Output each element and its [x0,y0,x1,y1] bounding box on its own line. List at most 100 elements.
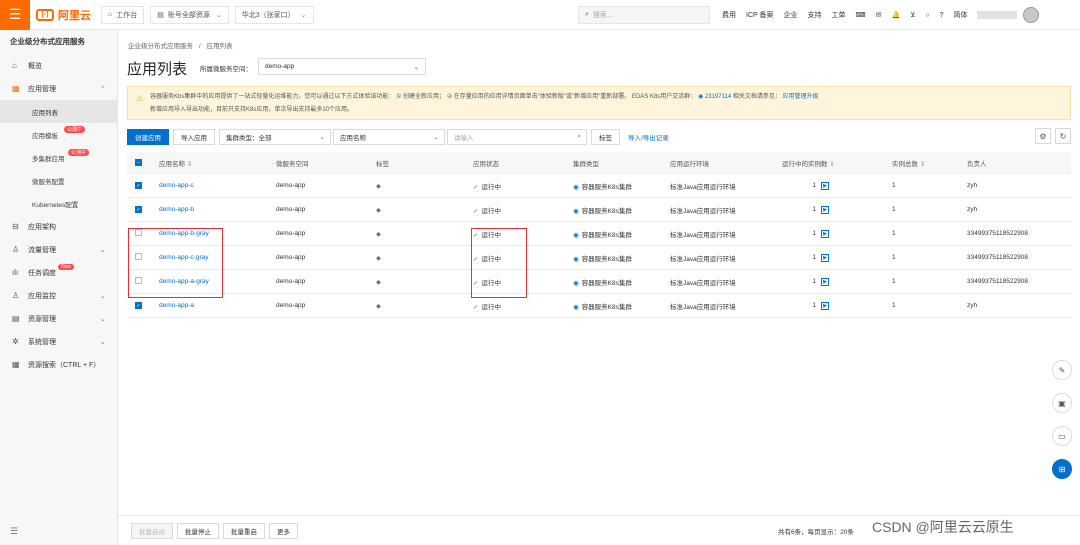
sidebar-item-resource[interactable]: ▤ 资源管理 ⌄ [0,307,117,330]
sidebar-item-app-architecture[interactable]: ⊟ 应用架构 [0,215,117,238]
tag-icon[interactable]: ◆ [376,303,381,310]
sort-icon[interactable]: ⇕ [187,161,192,168]
sidebar-item-traffic[interactable]: ♙ 流量管理 ⌄ [0,238,117,261]
apps-icon[interactable]: ⊞ [1052,459,1072,479]
link-ticket[interactable]: 工单 [832,10,846,20]
edit-icon[interactable]: ✎ [1052,360,1072,380]
breadcrumb-root[interactable]: 企业级分布式应用服务 [128,43,193,50]
collapse-sidebar-icon[interactable]: ☰ [10,526,18,537]
batch-restart-button[interactable]: 批量重启 [223,522,265,539]
play-icon[interactable]: ▶ [821,229,829,238]
sidebar-item-multi-cluster[interactable]: 多集群应用 公测中 [0,146,117,169]
import-export-records-link[interactable]: 导入/导出记录 [628,132,669,142]
tag-icon[interactable]: ◆ [376,207,381,214]
chat-icon[interactable]: ▭ [1052,426,1072,446]
namespace-cell: demo-app [276,230,306,237]
sidebar-item-app-management[interactable]: ▦ 应用管理 ⌃ [0,77,117,100]
play-icon[interactable]: ▶ [821,181,829,190]
aliyun-logo[interactable]: [-] 阿里云 [36,7,91,23]
row-checkbox[interactable]: ✓ [135,206,142,213]
workbench-button[interactable]: ⌂ 工作台 [101,5,145,24]
row-checkbox[interactable]: ✓ [135,182,142,189]
batch-stop-button[interactable]: 批量停止 [177,522,219,539]
sidebar-item-microservice-config[interactable]: 微服务配置 [0,169,117,192]
account-resources-dropdown[interactable]: ▤ 账号全部资源 ⌄ [150,5,229,24]
mail-icon[interactable]: ✉ [876,11,882,19]
tag-icon[interactable]: ◆ [376,231,381,238]
sort-icon[interactable]: ⇕ [829,161,834,168]
play-icon[interactable]: ▶ [821,277,829,286]
bell-icon[interactable]: 🔔 [891,11,900,19]
sidebar-item-monitor[interactable]: ♙ 应用监控 ⌄ [0,284,117,307]
play-icon[interactable]: ▶ [821,205,829,214]
status-text: 运行中 [481,207,501,215]
account-name[interactable] [977,11,1018,19]
status-badge: 公测中 [64,126,86,133]
table-row: demo-app-b-gray demo-app ◆ ✓ 运行中 ◉ 容器服务K8s集群 标准… [127,222,1071,246]
grid-icon: ▦ [12,84,20,93]
doc-link[interactable]: 应用管理升级 [783,94,819,100]
feedback-icon[interactable]: ▣ [1052,393,1072,413]
namespace-select[interactable]: demo-app ⌄ [258,58,426,75]
play-icon[interactable]: ▶ [821,253,829,262]
sidebar-item-system[interactable]: ✲ 系统管理 ⌄ [0,330,117,353]
tag-icon[interactable]: ◆ [376,279,381,286]
breadcrumb-current: 应用列表 [206,43,233,50]
app-search-input[interactable]: 请输入 ⌕ [447,129,587,145]
app-name-link[interactable]: demo-app-b [159,206,194,213]
resource-icon: ▤ [12,314,20,323]
running-instances: 1 [812,278,816,285]
check-icon: ✓ [473,207,479,215]
terminal-icon[interactable]: ⌨ [856,11,866,19]
cluster-icon: ◉ [573,303,579,311]
cart-icon[interactable]: ⊻ [910,11,915,19]
settings-icon[interactable]: ⚙ [1035,128,1051,144]
link-icp[interactable]: ICP 备案 [746,10,774,20]
play-icon[interactable]: ▶ [821,301,829,310]
sidebar-item-overview[interactable]: ⌂ 概览 [0,54,117,77]
search-field-select[interactable]: 应用名称 ⌄ [333,129,445,145]
group-number-link[interactable]: 23197114 [705,94,731,100]
link-support[interactable]: 支持 [808,10,822,20]
cluster-type-select[interactable]: 集群类型：全部 ⌄ [219,129,331,145]
menu-icon[interactable]: ☰ [0,0,30,30]
running-instances: 1 [812,182,816,189]
help-icon[interactable]: ? [940,12,944,19]
table-row: demo-app-c-gray demo-app ◆ ✓ 运行中 ◉ 容器服务K8s集群 标准… [127,246,1071,270]
lightbulb-icon[interactable]: ○ [925,12,929,19]
avatar[interactable] [1023,7,1040,23]
sort-icon[interactable]: ⇕ [920,161,925,168]
search-icon: ⌕ [585,11,589,18]
batch-start-button[interactable]: 批量启动 [131,522,173,539]
region-dropdown[interactable]: 华北3（张家口） ⌄ [234,5,314,24]
app-table: − 应用名称 ⇕ 微服务空间 标签 应用状态 集群类型 应用运行环境 运行中的实… [127,152,1071,318]
sidebar-item-kubernetes-config[interactable]: Kubernetes配置 [0,192,117,215]
tag-icon[interactable]: ◆ [376,255,381,262]
refresh-icon[interactable]: ↻ [1055,128,1071,144]
tag-filter-button[interactable]: 标签 [591,129,620,145]
language-switch[interactable]: 简体 [953,10,967,20]
select-all-checkbox[interactable]: − [135,159,142,166]
sidebar-item-resource-search[interactable]: ▦ 资源搜索（CTRL + F） [0,353,117,376]
global-search-input[interactable]: ⌕ 搜索... [578,6,710,24]
top-right-links: 费用 ICP 备案 企业 支持 工单 ⌨ ✉ 🔔 ⊻ ○ ? 简体 [722,0,1040,30]
app-name-link[interactable]: demo-app-c [159,182,194,189]
running-instances: 1 [812,302,816,309]
more-button[interactable]: 更多 [269,522,298,539]
app-name-link[interactable]: demo-app-a [159,302,194,309]
sidebar-item-app-template[interactable]: 应用模板 公测中 [0,123,117,146]
sidebar-item-task-schedule[interactable]: ılı 任务调度 New [0,261,117,284]
create-app-button[interactable]: 创建应用 [127,129,169,145]
cluster-type-cell: 容器服务K8s集群 [581,303,632,311]
cluster-type-cell: 容器服务K8s集群 [581,183,632,191]
row-checkbox[interactable]: ✓ [135,302,142,309]
chevron-down-icon: ⌄ [433,134,439,141]
cluster-type-cell: 容器服务K8s集群 [581,207,632,215]
link-enterprise[interactable]: 企业 [784,10,798,20]
chevron-up-icon: ⌃ [100,85,106,93]
import-app-button[interactable]: 导入应用 [173,129,215,145]
link-fee[interactable]: 费用 [722,10,736,20]
sidebar-item-app-list[interactable]: 应用列表 [0,100,117,123]
status-badge: 公测中 [68,149,90,156]
tag-icon[interactable]: ◆ [376,183,381,190]
